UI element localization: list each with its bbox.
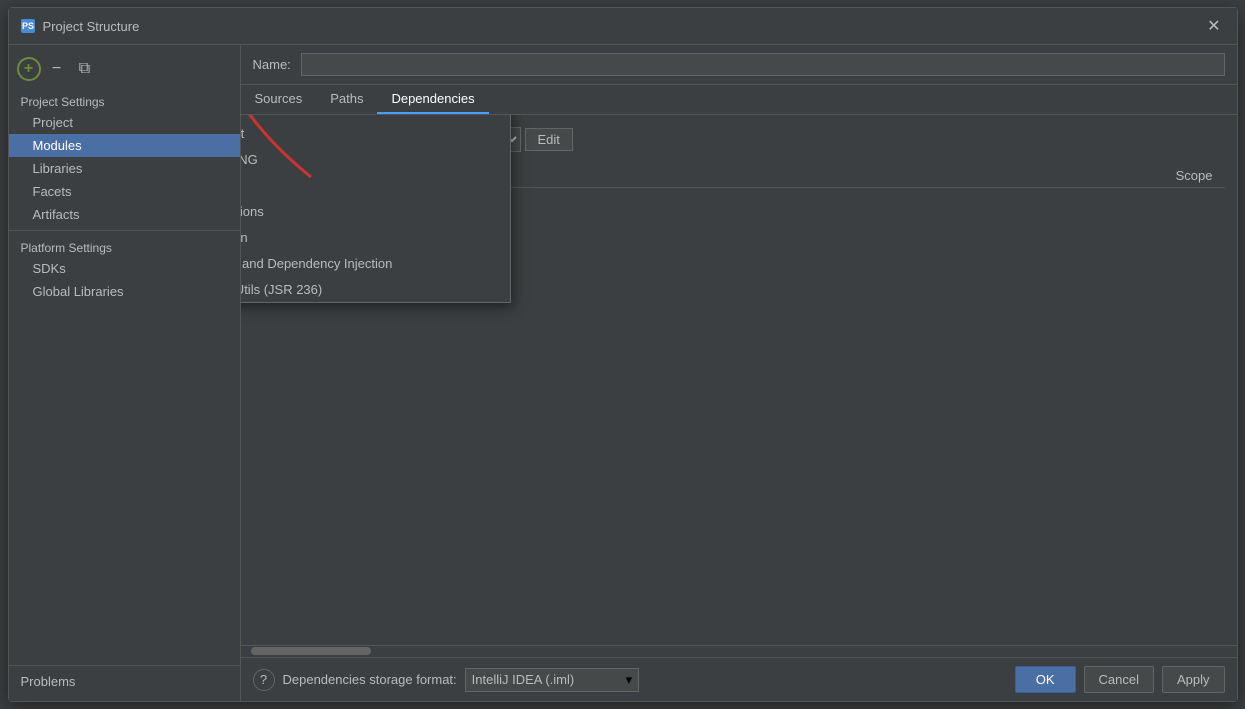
bottom-divider (9, 665, 240, 666)
edit-button[interactable]: Edit (525, 128, 573, 151)
title-bar: PS Project Structure ✕ (9, 8, 1237, 45)
ok-button[interactable]: OK (1015, 666, 1076, 693)
help-button[interactable]: ? (253, 669, 275, 691)
tab-sources[interactable]: Sources (241, 85, 317, 114)
close-button[interactable]: ✕ (1201, 14, 1226, 38)
tabs-row: Sources Paths Dependencies (241, 85, 1237, 115)
sidebar-item-facets[interactable]: Facets (9, 180, 240, 203)
sidebar-item-project[interactable]: Project (9, 111, 240, 134)
sidebar-divider (9, 230, 240, 231)
platform-settings-label: Platform Settings (9, 235, 240, 257)
deps-storage-label: Dependencies storage format: (283, 672, 457, 687)
sidebar-item-modules[interactable]: Modules (9, 134, 240, 157)
add-dropdown: Add New Module (241, 115, 511, 303)
scrollbar-area[interactable] (241, 645, 1237, 657)
deps-select-wrapper[interactable]: IntelliJ IDEA (.iml) ▾ (465, 668, 640, 692)
cancel-button[interactable]: Cancel (1084, 666, 1154, 693)
dropdown-item-bean[interactable]: Bean Validation (241, 224, 510, 250)
sidebar: + − ⧉ Project Settings Project Modules L… (9, 45, 241, 701)
dropdown-item-arquillian-junit[interactable]: Arquillian JUnit (241, 120, 510, 146)
project-settings-label: Project Settings (9, 89, 240, 111)
remove-button[interactable]: − (45, 57, 69, 81)
dropdown-item-concurrency[interactable]: Concurrency Utils (JSR 236) (241, 276, 510, 302)
dropdown-item-concurrency-label: Concurrency Utils (JSR 236) (241, 282, 323, 297)
right-panel: Name: Sources Paths Dependencies SDK: < … (241, 45, 1237, 701)
dropdown-item-bean-label: Bean Validation (241, 230, 248, 245)
dropdown-item-arquillian-testng[interactable]: Arquillian TestNG (241, 146, 510, 172)
scope-label: Scope (1176, 168, 1213, 183)
dropdown-item-arquillian-junit-label: Arquillian JUnit (241, 126, 245, 141)
name-label: Name: (253, 57, 293, 72)
main-content: + − ⧉ Project Settings Project Modules L… (9, 45, 1237, 701)
panel-content: SDK: < 1.8 Edit Scope Add (241, 115, 1237, 645)
bottom-buttons: OK Cancel Apply (1015, 666, 1225, 693)
bottom-left: ? Dependencies storage format: IntelliJ … (253, 668, 640, 692)
name-input[interactable] (301, 53, 1225, 76)
sidebar-item-global-libraries[interactable]: Global Libraries (9, 280, 240, 303)
sidebar-item-artifacts[interactable]: Artifacts (9, 203, 240, 226)
svg-text:PS: PS (21, 21, 33, 31)
dropdown-item-arquillian-testng-label: Arquillian TestNG (241, 152, 258, 167)
tab-dependencies[interactable]: Dependencies (377, 85, 488, 114)
dropdown-item-batch[interactable]: Batch Applications (241, 198, 510, 224)
apply-button[interactable]: Apply (1162, 666, 1225, 693)
copy-button[interactable]: ⧉ (73, 57, 97, 81)
dropdown-item-cdi-label: CDI: Contexts and Dependency Injection (241, 256, 393, 271)
dropdown-item-aspectj[interactable]: A AspectJ (241, 172, 510, 198)
title-bar-left: PS Project Structure (19, 17, 140, 35)
chevron-down-icon: ▾ (626, 672, 633, 688)
app-icon: PS (19, 17, 37, 35)
deps-select-value: IntelliJ IDEA (.iml) (472, 672, 622, 687)
scroll-thumb[interactable] (251, 647, 371, 655)
tab-paths[interactable]: Paths (316, 85, 377, 114)
name-row: Name: (241, 45, 1237, 85)
project-structure-window: PS Project Structure ✕ + − ⧉ Project Set… (8, 7, 1238, 702)
bottom-bar: ? Dependencies storage format: IntelliJ … (241, 657, 1237, 701)
dropdown-item-cdi[interactable]: CDI: Contexts and Dependency Injection (241, 250, 510, 276)
add-button[interactable]: + (17, 57, 41, 81)
sidebar-toolbar: + − ⧉ (9, 53, 240, 85)
sidebar-item-problems[interactable]: Problems (9, 670, 240, 693)
sidebar-item-libraries[interactable]: Libraries (9, 157, 240, 180)
sidebar-item-sdks[interactable]: SDKs (9, 257, 240, 280)
window-title: Project Structure (43, 19, 140, 34)
dropdown-item-batch-label: Batch Applications (241, 204, 264, 219)
